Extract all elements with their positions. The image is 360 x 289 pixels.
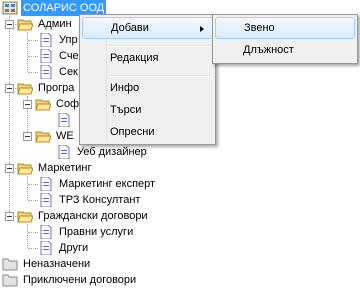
context-menu: Добави Редакция Инфо Търси Опресни bbox=[79, 14, 216, 145]
tree-line bbox=[28, 40, 38, 41]
document-icon bbox=[40, 225, 52, 239]
tree-leaf[interactable]: ТРЗ Консултант bbox=[38, 192, 142, 208]
collapse-toggle[interactable] bbox=[23, 131, 32, 141]
document-icon bbox=[40, 177, 52, 191]
tree-node-label: Неназначени bbox=[23, 258, 91, 270]
tree-node-label: Маркетинг bbox=[38, 162, 92, 174]
open-folder-icon bbox=[35, 99, 51, 111]
open-folder-icon bbox=[17, 163, 33, 175]
menu-item-label: Търси bbox=[110, 104, 142, 116]
tree-leaf[interactable]: Сек bbox=[38, 64, 80, 80]
tree-line bbox=[28, 56, 38, 57]
collapse-toggle[interactable] bbox=[5, 19, 14, 29]
menu-item-label: Редакция bbox=[110, 52, 159, 64]
collapse-toggle[interactable] bbox=[5, 163, 14, 173]
collapse-toggle[interactable] bbox=[5, 83, 14, 93]
tree-node-programming[interactable]: Програ bbox=[5, 80, 76, 96]
tree-line bbox=[28, 200, 38, 201]
menu-item-label: Длъжност bbox=[243, 44, 294, 56]
menu-item-search[interactable]: Търси bbox=[82, 99, 213, 121]
submenu-item-unit[interactable]: Звено bbox=[215, 17, 355, 39]
tree-node-marketing[interactable]: Маркетинг bbox=[5, 160, 93, 176]
tree-node-label: Приключени договори bbox=[23, 274, 137, 286]
tree-node-finished-contracts[interactable]: Приключени договори bbox=[2, 272, 138, 288]
tree-node-label: Правни услуги bbox=[59, 226, 134, 238]
menu-item-edit[interactable]: Редакция bbox=[82, 47, 213, 69]
tree-node-label: Соф bbox=[56, 98, 80, 110]
menu-item-add[interactable]: Добави bbox=[82, 17, 213, 39]
open-folder-icon bbox=[35, 131, 51, 143]
menu-item-label: Опресни bbox=[110, 126, 155, 138]
tree-line bbox=[9, 16, 10, 220]
tree-line bbox=[27, 176, 28, 200]
collapse-toggle[interactable] bbox=[5, 211, 14, 221]
document-icon bbox=[40, 65, 52, 79]
tree-line bbox=[28, 72, 38, 73]
tree-node-label: Програ bbox=[38, 82, 75, 94]
menu-item-label: Звено bbox=[244, 22, 275, 34]
menu-item-refresh[interactable]: Опресни bbox=[82, 121, 213, 143]
menu-item-info[interactable]: Инфо bbox=[82, 77, 213, 99]
open-folder-icon bbox=[17, 211, 33, 223]
tree-node-label: Уеб дизайнер bbox=[77, 146, 147, 158]
tree-node-label: Маркетинг експерт bbox=[59, 178, 156, 190]
tree-line bbox=[27, 32, 28, 72]
tree-line bbox=[27, 224, 28, 248]
document-icon bbox=[40, 33, 52, 47]
tree-node-unassigned[interactable]: Неназначени bbox=[2, 256, 92, 272]
menu-item-label: Инфо bbox=[110, 82, 140, 94]
tree-node-civil-contracts[interactable]: Граждански договори bbox=[5, 208, 150, 224]
tree-line bbox=[28, 232, 38, 233]
submenu: Звено Длъжност bbox=[212, 14, 358, 64]
menu-item-label: Добави bbox=[111, 22, 149, 34]
tree-line bbox=[28, 184, 38, 185]
document-icon bbox=[40, 241, 52, 255]
tree-node-label: Упр bbox=[59, 34, 78, 46]
tree-node-software[interactable]: Соф bbox=[23, 96, 81, 112]
document-icon bbox=[40, 193, 52, 207]
document-icon bbox=[58, 113, 70, 127]
tree-leaf[interactable]: Правни услуги bbox=[38, 224, 135, 240]
tree-leaf[interactable]: Други bbox=[38, 240, 90, 256]
tree-line bbox=[28, 248, 38, 249]
tree-node-label: Админ bbox=[38, 18, 72, 30]
submenu-item-position[interactable]: Длъжност bbox=[215, 39, 355, 61]
tree-leaf[interactable]: Маркетинг експерт bbox=[38, 176, 157, 192]
collapse-toggle[interactable] bbox=[23, 99, 32, 109]
gray-folder-icon bbox=[2, 258, 18, 271]
tree-node-label: Други bbox=[59, 242, 89, 254]
tree-node-web[interactable]: WE bbox=[23, 128, 76, 144]
submenu-arrow-icon bbox=[200, 26, 204, 32]
tree-leaf[interactable]: Сче bbox=[38, 48, 81, 64]
tree-node-label: Сек bbox=[59, 66, 78, 78]
tree-leaf[interactable]: Упр bbox=[38, 32, 80, 48]
document-icon bbox=[58, 145, 70, 159]
document-icon bbox=[40, 49, 52, 63]
tree-node-label: WE bbox=[56, 130, 74, 142]
tree-node-label: Сче bbox=[59, 50, 79, 62]
tree-node-label: Граждански договори bbox=[38, 210, 148, 222]
tree-node-admin[interactable]: Админ bbox=[5, 16, 74, 32]
tree-leaf[interactable]: Уеб дизайнер bbox=[56, 144, 149, 160]
gray-folder-icon bbox=[2, 274, 18, 287]
open-folder-icon bbox=[17, 19, 33, 31]
organization-icon bbox=[2, 1, 18, 15]
tree-leaf[interactable] bbox=[56, 112, 79, 128]
open-folder-icon bbox=[17, 83, 33, 95]
tree-node-label: ТРЗ Консултант bbox=[59, 194, 141, 206]
